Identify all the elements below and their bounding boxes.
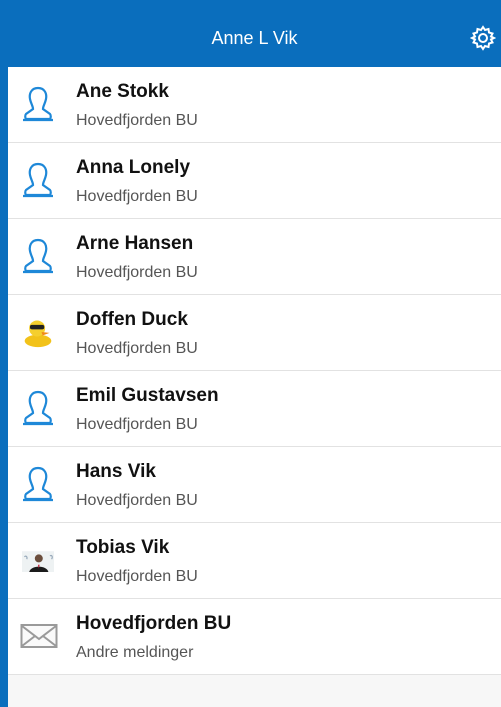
contact-name: Hans Vik [76,461,156,482]
envelope-icon [20,617,58,655]
person-outline-icon [22,389,54,427]
photo-avatar-icon [22,541,54,579]
contact-subtitle: Hovedfjorden BU [76,492,198,509]
duck-avatar-icon [22,313,54,351]
contact-name: Ane Stokk [76,81,169,102]
contact-subtitle: Hovedfjorden BU [76,416,198,433]
contact-subtitle: Hovedfjorden BU [76,340,198,357]
contact-list: Ane Stokk Hovedfjorden BU Anna Lonely Ho… [8,67,501,675]
contact-row[interactable]: Emil Gustavsen Hovedfjorden BU [8,371,501,447]
contact-subtitle: Hovedfjorden BU [76,112,198,129]
contact-subtitle: Andre meldinger [76,644,194,661]
contact-row[interactable]: Hans Vik Hovedfjorden BU [8,447,501,523]
contact-row[interactable]: Doffen Duck Hovedfjorden BU [8,295,501,371]
contact-name: Doffen Duck [76,309,188,330]
contact-name: Anna Lonely [76,157,191,178]
contact-name: Emil Gustavsen [76,385,219,406]
person-outline-icon [22,465,54,503]
person-outline-icon [22,161,54,199]
contact-row[interactable]: Anna Lonely Hovedfjorden BU [8,143,501,219]
contact-row[interactable]: Hovedfjorden BU Andre meldinger [8,599,501,675]
gear-icon[interactable] [469,24,497,52]
contact-row[interactable]: Tobias Vik Hovedfjorden BU [8,523,501,599]
contact-subtitle: Hovedfjorden BU [76,264,198,281]
contact-subtitle: Hovedfjorden BU [76,188,198,205]
contact-row[interactable]: Ane Stokk Hovedfjorden BU [8,67,501,143]
header-title: Anne L Vik [211,28,298,48]
contact-name: Hovedfjorden BU [76,613,232,634]
person-outline-icon [22,237,54,275]
contact-subtitle: Hovedfjorden BU [76,568,198,585]
person-outline-icon [22,85,54,123]
contact-name: Tobias Vik [76,537,170,558]
contact-name: Arne Hansen [76,233,194,254]
contact-row[interactable]: Arne Hansen Hovedfjorden BU [8,219,501,295]
app-header: Anne L Vik [8,10,501,67]
